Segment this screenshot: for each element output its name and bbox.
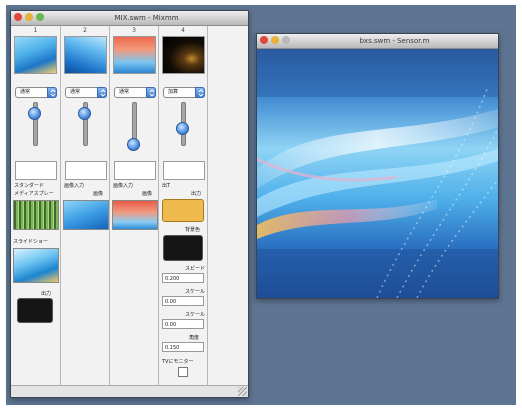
opacity-slider-knob[interactable] xyxy=(28,107,41,120)
channel-thumbnail[interactable] xyxy=(14,36,57,74)
channel-number: 4 xyxy=(181,27,185,34)
channel-3: 3 通常 画像入力 画像 xyxy=(110,26,159,385)
channel-number: 3 xyxy=(132,27,136,34)
output-window: bxs.swm - Sensor.m xyxy=(256,33,499,299)
param-label: スケール xyxy=(185,312,206,318)
channel-preview-box xyxy=(65,161,107,180)
channel-preview-box xyxy=(15,161,57,180)
minimize-button[interactable] xyxy=(25,13,33,21)
opacity-slider-knob[interactable] xyxy=(176,122,189,135)
blend-mode-value: 加算 xyxy=(168,89,179,95)
chevron-down-icon xyxy=(146,87,156,98)
mixer-window: MIX.swm - Mixmm 1 通常 スタンダード メディアスプレー スライ… xyxy=(10,10,249,398)
tv-monitor-checkbox[interactable] xyxy=(178,367,188,377)
tv-monitor-label: TVにモニター xyxy=(162,359,194,365)
channel-2: 2 通常 画像入力 画像 xyxy=(61,26,110,385)
channel-target-label: メディアスプレー xyxy=(14,191,54,197)
param-label: スピード xyxy=(185,266,206,272)
param-label: スケール xyxy=(185,289,206,295)
output-label: 出力 xyxy=(41,291,52,297)
blend-mode-select[interactable]: 通常 xyxy=(15,87,57,98)
channel-source-label: 出T xyxy=(162,183,171,189)
blend-mode-select[interactable]: 通常 xyxy=(65,87,107,98)
channel-thumbnail[interactable] xyxy=(162,36,205,74)
output-swatch[interactable] xyxy=(17,298,53,323)
color-swatch-black[interactable] xyxy=(163,235,203,261)
chevron-down-icon xyxy=(97,87,107,98)
channel-preview-box xyxy=(163,161,205,180)
channel-target-label: 画像 xyxy=(142,191,153,197)
param-label: 角度 xyxy=(189,335,200,341)
zoom-button[interactable] xyxy=(36,13,44,21)
slideshow-label: スライドショー xyxy=(13,239,49,245)
blend-mode-value: 通常 xyxy=(70,89,81,95)
mixer-titlebar[interactable]: MIX.swm - Mixmm xyxy=(11,11,248,26)
blend-mode-value: 通常 xyxy=(119,89,130,95)
channel-1: 1 通常 スタンダード メディアスプレー スライドショー 出力 xyxy=(11,26,61,385)
chevron-down-icon xyxy=(195,87,205,98)
channel-source-label: 画像入力 xyxy=(64,183,85,189)
minimize-button[interactable] xyxy=(271,36,279,44)
blend-mode-select[interactable]: 加算 xyxy=(163,87,205,98)
channel-thumbnail[interactable] xyxy=(64,36,107,74)
resize-grip-icon[interactable] xyxy=(238,387,247,396)
channel-thumbnail[interactable] xyxy=(113,36,156,74)
background-color-label: 背景色 xyxy=(185,227,201,233)
channel-target-label: 画像 xyxy=(93,191,104,197)
blend-mode-value: 通常 xyxy=(20,89,31,95)
output-preview xyxy=(257,49,498,298)
output-window-title: bxs.swm - Sensor.m xyxy=(359,37,430,45)
channel-target-label: 出力 xyxy=(191,191,202,197)
close-button[interactable] xyxy=(14,13,22,21)
color-swatch-orange[interactable] xyxy=(162,199,204,222)
channel-source-label: スタンダード xyxy=(14,183,45,189)
channel-preview-box xyxy=(114,161,156,180)
slideshow-thumbnail[interactable] xyxy=(13,248,59,283)
opacity-slider-knob[interactable] xyxy=(127,138,140,151)
horizontal-scrollbar[interactable] xyxy=(11,385,248,397)
close-button[interactable] xyxy=(260,36,268,44)
source-thumbnail-blue[interactable] xyxy=(63,200,109,230)
output-artwork xyxy=(257,49,498,298)
channel-source-label: 画像入力 xyxy=(113,183,134,189)
opacity-slider-knob[interactable] xyxy=(78,107,91,120)
scale-field-2[interactable]: 0.00 xyxy=(162,319,204,329)
mixer-window-title: MIX.swm - Mixmm xyxy=(114,14,179,22)
channel-number: 2 xyxy=(83,27,87,34)
blend-mode-select[interactable]: 通常 xyxy=(114,87,156,98)
channel-4: 4 加算 出T 出力 背景色 スピード 0.200 スケール 0.00 スケール… xyxy=(159,26,208,385)
mixer-body: 1 通常 スタンダード メディアスプレー スライドショー 出力 2 通常 画像入… xyxy=(11,26,248,397)
channel-number: 1 xyxy=(33,27,38,34)
source-thumbnail-red[interactable] xyxy=(112,200,158,230)
scale-field[interactable]: 0.00 xyxy=(162,296,204,306)
zoom-button[interactable] xyxy=(282,36,290,44)
chevron-down-icon xyxy=(47,87,57,98)
output-titlebar[interactable]: bxs.swm - Sensor.m xyxy=(257,34,498,49)
angle-field[interactable]: 0.150 xyxy=(162,342,204,352)
source-thumbnail-forest[interactable] xyxy=(13,200,59,230)
speed-field[interactable]: 0.200 xyxy=(162,273,204,283)
